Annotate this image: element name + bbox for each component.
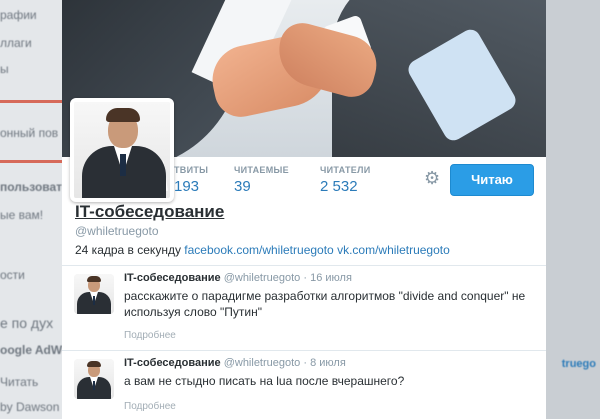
tweet-header: IT-собеседование @whiletruegoto · 8 июля [124, 357, 346, 369]
stat-value: 2 532 [320, 178, 358, 195]
bg-item: ости [0, 268, 25, 282]
profile-avatar[interactable] [70, 98, 174, 202]
stat-value: 39 [234, 178, 251, 195]
gear-icon[interactable]: ⚙ [424, 169, 442, 187]
bg-item: truego [561, 358, 596, 370]
tweet-text: а вам не стыдно писать на lua после вчер… [124, 374, 405, 388]
bg-divider [0, 100, 62, 103]
bio-text: 24 кадра в секунду [75, 243, 181, 257]
tweet-separator: · [303, 272, 308, 284]
profile-stats: ТВИТЫ 193 ЧИТАЕМЫЕ 39 ЧИТАТЕЛИ 2 532 [174, 165, 380, 195]
bg-item: онный пов [0, 126, 59, 140]
bg-item: ы [0, 62, 9, 76]
bio-link-vk[interactable]: vk.com/whiletruegoto [337, 243, 450, 257]
bg-item: рафии [0, 8, 37, 22]
tweet-expand-link[interactable]: Подробнее [124, 401, 176, 412]
bg-item: ые вам! [0, 208, 44, 222]
stat-value: 193 [174, 178, 200, 195]
tweet-date[interactable]: 8 июля [310, 357, 346, 369]
bio-link-facebook[interactable]: facebook.com/whiletruegoto [184, 243, 333, 257]
bg-item: ллаги [0, 36, 32, 50]
tweet-author-name[interactable]: IT-собеседование [124, 272, 221, 284]
stat-label: ТВИТЫ [174, 165, 209, 175]
bg-item: Читать [0, 375, 39, 389]
tweet-text: расскажите о парадигме разработки алгори… [124, 289, 526, 319]
tweet-expand-link[interactable]: Подробнее [124, 330, 176, 341]
stat-label: ЧИТАТЕЛИ [320, 165, 371, 175]
background-right-column [544, 0, 600, 419]
follow-button[interactable]: Читаю [450, 164, 534, 196]
tweet-header: IT-собеседование @whiletruegoto · 16 июл… [124, 272, 352, 284]
bg-item: oogle AdWo [0, 343, 70, 357]
profile-name[interactable]: IT-собеседование [75, 202, 224, 222]
profile-bio: 24 кадра в секунду facebook.com/whiletru… [75, 243, 450, 257]
tweet-author-handle[interactable]: @whiletruegoto [224, 357, 301, 369]
stat-tweets[interactable]: ТВИТЫ 193 [174, 165, 234, 195]
tweet-avatar[interactable] [74, 274, 114, 314]
tweet-author-name[interactable]: IT-собеседование [124, 357, 221, 369]
bg-item: by Dawson [0, 400, 60, 414]
tweet-item[interactable]: IT-собеседование @whiletruegoto · 16 июл… [62, 266, 546, 350]
profile-handle: @whiletruegoto [75, 224, 159, 238]
tweet-date[interactable]: 16 июля [310, 272, 352, 284]
stat-label: ЧИТАЕМЫЕ [234, 165, 289, 175]
tweet-avatar[interactable] [74, 359, 114, 399]
bg-item: е по дух [0, 315, 54, 331]
stat-following[interactable]: ЧИТАЕМЫЕ 39 [234, 165, 320, 195]
tweet-item[interactable]: IT-собеседование @whiletruegoto · 8 июля… [62, 351, 546, 419]
stat-followers[interactable]: ЧИТАТЕЛИ 2 532 [320, 165, 380, 195]
tweet-separator: · [303, 357, 308, 369]
tweet-author-handle[interactable]: @whiletruegoto [224, 272, 301, 284]
bg-divider [0, 160, 62, 163]
profile-popup: ТВИТЫ 193 ЧИТАЕМЫЕ 39 ЧИТАТЕЛИ 2 532 ⚙ Ч… [62, 0, 546, 419]
